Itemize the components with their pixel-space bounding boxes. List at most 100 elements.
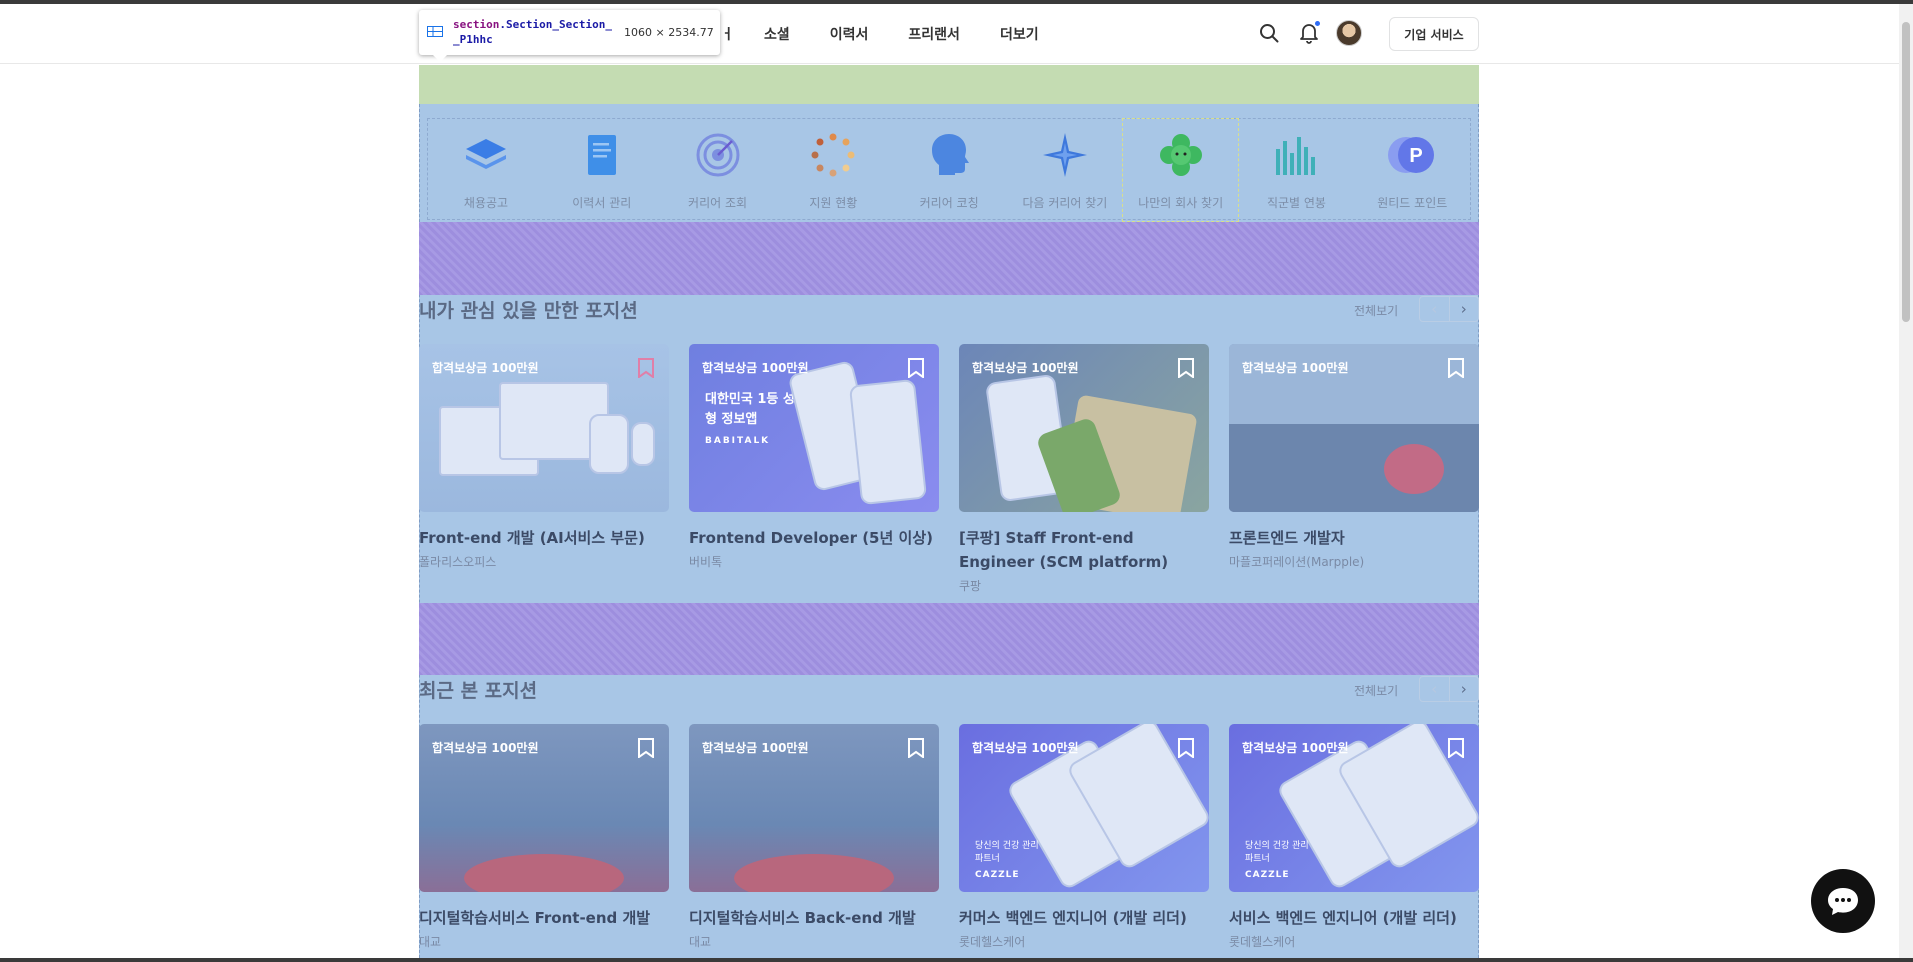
menu-item-wanted-point[interactable]: P 원티드 포인트 bbox=[1354, 119, 1470, 221]
menu-item-salary-by-job[interactable]: 직군별 연봉 bbox=[1238, 119, 1354, 221]
inspector-gap-overlay bbox=[419, 603, 1479, 675]
inspector-margin-overlay bbox=[419, 65, 1479, 104]
job-card-image: 당신의 건강 관리 파트너 CAZZLE 합격보상금 100만원 bbox=[959, 724, 1209, 892]
window-bottom-border bbox=[0, 958, 1913, 962]
bookmark-icon[interactable] bbox=[1178, 358, 1194, 378]
job-card[interactable]: 당신의 건강 관리 파트너 CAZZLE 합격보상금 100만원 서비스 백엔드… bbox=[1229, 724, 1479, 950]
quick-menu: 채용공고 이력서 관리 커리어 조회 지원 현황 커리어 코칭 다음 커리어 찾… bbox=[427, 118, 1471, 222]
section-title-recently-viewed: 최근 본 포지션 bbox=[419, 680, 538, 702]
inspector-gap-overlay bbox=[419, 222, 1479, 295]
menu-item-career-lookup[interactable]: 커리어 조회 bbox=[660, 119, 776, 221]
image-caption: 대한민국 1등 성형 정보앱 bbox=[705, 392, 795, 427]
company-name: 롯데헬스케어 bbox=[1229, 935, 1296, 949]
nav-item-freelancer[interactable]: 프리랜서 bbox=[908, 24, 960, 44]
job-card[interactable]: 대한민국 1등 성형 정보앱 BABITALK 합격보상금 100만원 Fron… bbox=[689, 344, 939, 570]
job-card-image: 대한민국 1등 성형 정보앱 BABITALK 합격보상금 100만원 bbox=[689, 344, 939, 512]
menu-item-next-career[interactable]: 다음 커리어 찾기 bbox=[1007, 119, 1123, 221]
chevron-right-icon[interactable]: › bbox=[1450, 677, 1479, 701]
bookmark-icon[interactable] bbox=[638, 358, 654, 378]
job-card[interactable]: 합격보상금 100만원 디지털학습서비스 Front-end 개발 대교 bbox=[419, 724, 669, 950]
bookmark-icon[interactable] bbox=[1178, 738, 1194, 758]
job-card-image: 합격보상금 100만원 bbox=[1229, 344, 1479, 512]
company-name: 쿠팡 bbox=[959, 579, 982, 593]
inspector-dimensions: 1060 × 2534.77 bbox=[624, 26, 714, 39]
menu-item-find-my-company[interactable]: 나만의 회사 찾기 bbox=[1121, 118, 1240, 222]
bookmark-icon[interactable] bbox=[638, 738, 654, 758]
job-card-image: 합격보상금 100만원 bbox=[959, 344, 1209, 512]
nav-item-hidden[interactable]: ㅓ bbox=[721, 24, 734, 44]
brand-logo: CAZZLE bbox=[975, 870, 1020, 880]
bookmark-icon[interactable] bbox=[908, 358, 924, 378]
see-all-link[interactable]: 전체보기 bbox=[1354, 302, 1398, 319]
grid-layout-icon bbox=[427, 26, 443, 37]
chat-bubble-icon bbox=[1828, 888, 1858, 915]
menu-item-jobs[interactable]: 채용공고 bbox=[428, 119, 544, 221]
chat-button[interactable] bbox=[1811, 869, 1875, 933]
layers-icon bbox=[466, 139, 506, 169]
document-icon bbox=[587, 135, 616, 175]
reward-badge: 합격보상금 100만원 bbox=[702, 741, 809, 755]
reward-badge: 합격보상금 100만원 bbox=[1242, 361, 1349, 375]
head-icon bbox=[932, 134, 970, 175]
nav-item-more[interactable]: 더보기 bbox=[1000, 24, 1039, 44]
company-name: 버비톡 bbox=[689, 555, 723, 569]
job-card[interactable]: 합격보상금 100만원 Front-end 개발 (AI서비스 부문) 폴라리스… bbox=[419, 344, 669, 570]
chevron-right-icon[interactable]: › bbox=[1450, 297, 1479, 321]
chevron-left-icon[interactable]: ‹ bbox=[1420, 297, 1450, 321]
inspector-tooltip-arrow bbox=[432, 54, 448, 62]
compass-star-icon bbox=[1042, 133, 1087, 177]
carousel-arrows: ‹ › bbox=[1419, 296, 1479, 322]
menu-item-resume[interactable]: 이력서 관리 bbox=[544, 119, 660, 221]
reward-badge: 합격보상금 100만원 bbox=[432, 741, 539, 755]
image-caption: 당신의 건강 관리 파트너 bbox=[975, 841, 1039, 864]
job-title: 커머스 백엔드 엔지니어 (개발 리더) bbox=[959, 909, 1187, 927]
see-all-link[interactable]: 전체보기 bbox=[1354, 682, 1398, 699]
job-card-image: 당신의 건강 관리 파트너 CAZZLE 합격보상금 100만원 bbox=[1229, 724, 1479, 892]
bell-icon[interactable] bbox=[1294, 18, 1324, 48]
job-title: 디지털학습서비스 Back-end 개발 bbox=[689, 909, 916, 927]
menu-item-application-status[interactable]: 지원 현황 bbox=[775, 119, 891, 221]
loading-dots-icon bbox=[811, 133, 855, 177]
avatar[interactable] bbox=[1334, 18, 1364, 48]
flower-icon bbox=[1159, 134, 1202, 176]
company-name: 폴라리스오피스 bbox=[419, 555, 497, 569]
job-card[interactable]: 합격보상금 100만원 프론트엔드 개발자 마플코퍼레이션(Marpple) bbox=[1229, 344, 1479, 570]
inspector-tag: section.Section_Section__P1hhc bbox=[453, 18, 612, 46]
reward-badge: 합격보상금 100만원 bbox=[1242, 741, 1349, 755]
job-card-image: 합격보상금 100만원 bbox=[419, 724, 669, 892]
search-icon[interactable] bbox=[1254, 18, 1284, 48]
job-card-image: 합격보상금 100만원 bbox=[689, 724, 939, 892]
job-card[interactable]: 합격보상금 100만원 [쿠팡] Staff Front-end Enginee… bbox=[959, 344, 1209, 594]
reward-badge: 합격보상금 100만원 bbox=[972, 361, 1079, 375]
nav-item-resume[interactable]: 이력서 bbox=[830, 24, 869, 44]
brand-logo: BABITALK bbox=[705, 436, 771, 446]
job-title: Front-end 개발 (AI서비스 부문) bbox=[419, 529, 645, 547]
job-title: 서비스 백엔드 엔지니어 (개발 리더) bbox=[1229, 909, 1457, 927]
job-title: [쿠팡] Staff Front-end Engineer (SCM platf… bbox=[959, 529, 1169, 571]
global-header: ㅓ 소셜 이력서 프리랜서 더보기 기업 서비스 bbox=[0, 4, 1913, 64]
target-icon bbox=[696, 133, 740, 177]
bookmark-icon[interactable] bbox=[1448, 738, 1464, 758]
header-icons bbox=[1254, 18, 1374, 48]
reward-badge: 합격보상금 100만원 bbox=[702, 361, 809, 375]
menu-item-career-coaching[interactable]: 커리어 코칭 bbox=[891, 119, 1007, 221]
reward-badge: 합격보상금 100만원 bbox=[432, 361, 539, 375]
company-name: 마플코퍼레이션(Marpple) bbox=[1229, 555, 1365, 569]
business-service-button[interactable]: 기업 서비스 bbox=[1389, 17, 1479, 51]
reward-badge: 합격보상금 100만원 bbox=[972, 741, 1079, 755]
chevron-left-icon[interactable]: ‹ bbox=[1420, 677, 1450, 701]
company-name: 대교 bbox=[689, 935, 712, 949]
job-title: Frontend Developer (5년 이상) bbox=[689, 529, 933, 547]
scrollbar-thumb[interactable] bbox=[1902, 22, 1910, 322]
nav-item-social[interactable]: 소셜 bbox=[764, 24, 790, 44]
notification-dot bbox=[1315, 21, 1320, 26]
section-title-recommended: 내가 관심 있을 만한 포지션 bbox=[419, 300, 638, 322]
image-caption: 당신의 건강 관리 파트너 bbox=[1245, 841, 1309, 864]
inspector-tooltip: section.Section_Section__P1hhc 1060 × 25… bbox=[419, 10, 720, 55]
job-card[interactable]: 합격보상금 100만원 디지털학습서비스 Back-end 개발 대교 bbox=[689, 724, 939, 950]
bookmark-icon[interactable] bbox=[1448, 358, 1464, 378]
bar-chart-icon bbox=[1276, 137, 1316, 175]
bookmark-icon[interactable] bbox=[908, 738, 924, 758]
point-coin-icon: P bbox=[1388, 137, 1435, 173]
job-card[interactable]: 당신의 건강 관리 파트너 CAZZLE 합격보상금 100만원 커머스 백엔드… bbox=[959, 724, 1209, 950]
